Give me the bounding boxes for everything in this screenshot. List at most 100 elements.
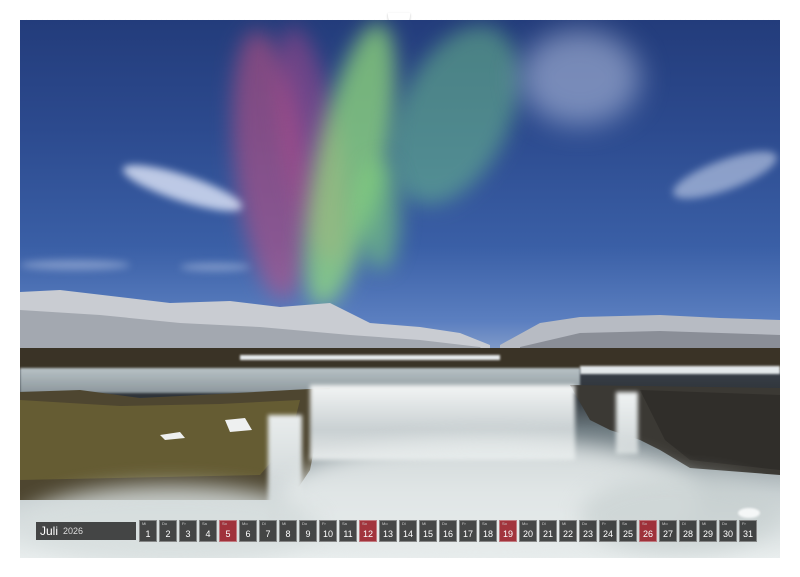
day-cell: Fr 10 (319, 520, 337, 542)
weekday-label: Sa (202, 521, 207, 526)
cloud-horizon-left (20, 260, 130, 270)
day-cell: Fr 24 (599, 520, 617, 542)
day-cell: Di 7 (259, 520, 277, 542)
day-cell: Sa 25 (619, 520, 637, 542)
day-cell: Do 2 (159, 520, 177, 542)
day-cell: Sa 18 (479, 520, 497, 542)
cloud-left (119, 156, 246, 220)
day-cell: Mo 27 (659, 520, 677, 542)
weekday-label: Sa (482, 521, 487, 526)
day-cell: Fr 3 (179, 520, 197, 542)
weekday-label: So (642, 521, 647, 526)
day-cells: Mi 1 Do 2 Fr 3 Sa 4 So 5 Mo 6 Di 7 Mi 8 Do 9 Fr 10 Sa 11 So 12 M… (139, 520, 762, 542)
day-cell: Mi 15 (419, 520, 437, 542)
day-number: 4 (205, 529, 211, 539)
weekday-label: Do (302, 521, 308, 526)
day-number: 3 (185, 529, 191, 539)
day-number: 12 (362, 529, 373, 539)
day-number: 29 (702, 529, 713, 539)
weekday-label: Mo (662, 521, 668, 526)
day-number: 20 (522, 529, 533, 539)
day-cell: Mi 22 (559, 520, 577, 542)
weekday-label: Mi (702, 521, 707, 526)
day-number: 14 (402, 529, 413, 539)
day-cell: So 12 (359, 520, 377, 542)
weekday-label: Mo (382, 521, 388, 526)
day-number: 27 (662, 529, 673, 539)
day-number: 6 (245, 529, 251, 539)
day-cell: Di 28 (679, 520, 697, 542)
day-number: 19 (502, 529, 513, 539)
weekday-label: Di (402, 521, 406, 526)
weekday-label: Mi (282, 521, 287, 526)
day-number: 24 (602, 529, 613, 539)
aurora-waterfall-photo (20, 20, 780, 558)
day-cell: Do 30 (719, 520, 737, 542)
day-number: 30 (722, 529, 733, 539)
cloud-top-center (520, 30, 640, 125)
day-number: 22 (562, 529, 573, 539)
day-cell: Mo 20 (519, 520, 537, 542)
day-number: 16 (442, 529, 453, 539)
day-cell: Di 14 (399, 520, 417, 542)
weekday-label: Sa (342, 521, 347, 526)
day-number: 7 (265, 529, 271, 539)
day-number: 8 (285, 529, 291, 539)
day-number: 31 (742, 529, 753, 539)
weekday-label: Mo (242, 521, 248, 526)
month-label: Juli 2026 (36, 522, 136, 540)
weekday-label: So (362, 521, 367, 526)
day-cell: Sa 11 (339, 520, 357, 542)
weekday-label: So (222, 521, 227, 526)
weekday-label: Di (542, 521, 546, 526)
day-cell: Do 16 (439, 520, 457, 542)
weekday-label: Do (722, 521, 728, 526)
weekday-label: So (502, 521, 507, 526)
weekday-label: Fr (182, 521, 186, 526)
day-number: 5 (225, 529, 231, 539)
day-number: 2 (165, 529, 171, 539)
day-number: 10 (322, 529, 333, 539)
day-number: 15 (422, 529, 433, 539)
day-cell: Do 23 (579, 520, 597, 542)
weekday-label: Mi (142, 521, 147, 526)
weekday-label: Fr (322, 521, 326, 526)
weekday-label: Do (582, 521, 588, 526)
cloud-right (668, 142, 780, 208)
day-cell: Fr 17 (459, 520, 477, 542)
day-number: 23 (582, 529, 593, 539)
ice-chunk (738, 508, 760, 518)
weekday-label: Sa (622, 521, 627, 526)
day-number: 13 (382, 529, 393, 539)
right-waterfall (616, 392, 638, 454)
weekday-label: Do (442, 521, 448, 526)
day-cell: Mi 29 (699, 520, 717, 542)
snow-patches-right (580, 366, 780, 374)
day-cell: Mi 8 (279, 520, 297, 542)
day-number: 9 (305, 529, 311, 539)
snow-patches (240, 355, 500, 360)
calendar-strip: Juli 2026 Mi 1 Do 2 Fr 3 Sa 4 So 5 Mo 6 Di 7 Mi 8 Do 9 Fr 1… (36, 520, 762, 542)
day-cell: Fr 31 (739, 520, 757, 542)
day-number: 11 (343, 529, 353, 539)
weekday-label: Fr (742, 521, 746, 526)
weekday-label: Fr (462, 521, 466, 526)
day-cell: Mi 1 (139, 520, 157, 542)
aurora-green-haze-2 (360, 160, 400, 270)
day-number: 21 (542, 529, 553, 539)
weekday-label: Mi (422, 521, 427, 526)
weekday-label: Mo (522, 521, 528, 526)
weekday-label: Do (162, 521, 168, 526)
day-number: 25 (622, 529, 633, 539)
day-number: 1 (145, 529, 151, 539)
day-number: 26 (642, 529, 653, 539)
day-cell: So 5 (219, 520, 237, 542)
day-cell: So 19 (499, 520, 517, 542)
year-label: 2026 (63, 526, 84, 536)
day-cell: Sa 4 (199, 520, 217, 542)
weekday-label: Mi (562, 521, 567, 526)
day-number: 17 (462, 529, 473, 539)
day-cell: So 26 (639, 520, 657, 542)
day-cell: Mo 6 (239, 520, 257, 542)
day-cell: Mo 13 (379, 520, 397, 542)
